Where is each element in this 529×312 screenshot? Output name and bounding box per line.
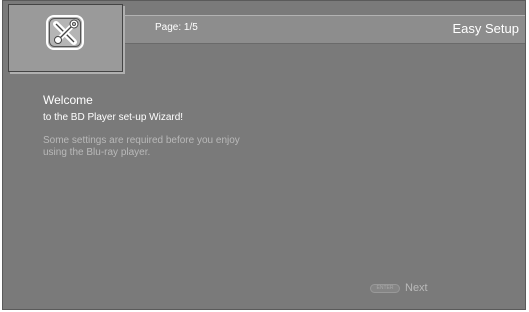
info-text: Some settings are required before you en… [43,135,303,159]
next-label: Next [405,282,428,294]
header-bar: Page: 1/5 Easy Setup [121,15,525,44]
wrench-screwdriver-icon [46,15,84,50]
welcome-heading: Welcome [43,93,93,107]
next-button[interactable]: ENTER Next [370,282,428,294]
info-line: using the Blu-ray player. [43,147,151,158]
settings-icon-panel [8,4,123,72]
enter-key-icon: ENTER [370,283,400,293]
info-line: Some settings are required before you en… [43,135,240,146]
setup-screen: Page: 1/5 Easy Setup Welcome to the BD P… [2,0,526,310]
header-title: Easy Setup [452,21,520,36]
wizard-subtitle: to the BD Player set-up Wizard! [43,112,184,123]
page-indicator: Page: 1/5 [155,22,198,33]
